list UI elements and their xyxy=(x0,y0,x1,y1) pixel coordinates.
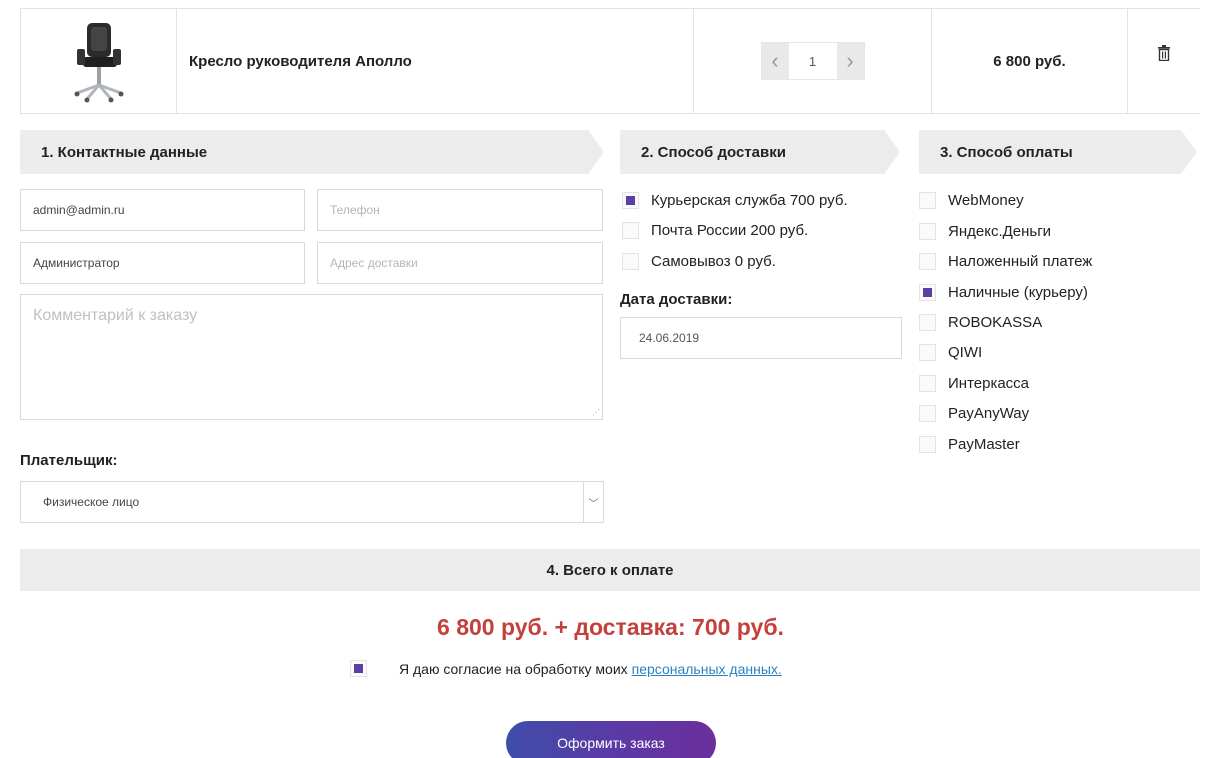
delivery-option-label: Почта России 200 руб. xyxy=(651,221,809,239)
product-name[interactable]: Кресло руководителя Аполло xyxy=(176,9,693,113)
payment-checkbox[interactable] xyxy=(919,283,936,301)
personal-data-link[interactable]: персональных данных. xyxy=(632,661,782,677)
submit-order-button[interactable]: Оформить заказ xyxy=(506,721,716,758)
payment-option-label: Наложенный платеж xyxy=(948,252,1093,270)
payment-option-interkassa[interactable]: Интеркасса xyxy=(919,373,1029,393)
payment-checkbox[interactable] xyxy=(919,343,936,361)
payment-checkbox[interactable] xyxy=(919,222,936,240)
delivery-option-post[interactable]: Почта России 200 руб. xyxy=(622,220,808,240)
delete-cell xyxy=(1127,9,1200,113)
email-field[interactable] xyxy=(20,189,305,231)
consent-checkbox[interactable] xyxy=(350,660,367,677)
chevron-down-icon[interactable]: ﹀ xyxy=(583,482,603,522)
decrease-quantity-button[interactable]: ‹ xyxy=(761,43,789,79)
payment-option-cod[interactable]: Наложенный платеж xyxy=(919,251,1092,271)
product-image-cell xyxy=(20,9,176,113)
consent-row: Я даю согласие на обработку моих персона… xyxy=(350,660,782,677)
delivery-date-label: Дата доставки: xyxy=(620,291,733,308)
payment-checkbox[interactable] xyxy=(919,404,936,422)
payer-select[interactable]: Физическое лицо ﹀ xyxy=(20,481,604,523)
phone-field[interactable] xyxy=(317,189,603,231)
payment-option-label: Наличные (курьеру) xyxy=(948,283,1088,301)
payment-checkbox[interactable] xyxy=(919,435,936,453)
payment-option-webmoney[interactable]: WebMoney xyxy=(919,190,1024,210)
delivery-option-courier[interactable]: Курьерская служба 700 руб. xyxy=(622,190,848,210)
payment-checkbox[interactable] xyxy=(919,313,936,331)
delivery-section-header: 2. Способ доставки xyxy=(620,130,900,174)
payment-option-paymaster[interactable]: PayMaster xyxy=(919,434,1020,454)
delivery-option-label: Самовывоз 0 руб. xyxy=(651,252,776,270)
payment-option-yandex[interactable]: Яндекс.Деньги xyxy=(919,221,1051,241)
payment-checkbox[interactable] xyxy=(919,252,936,270)
delivery-date-field[interactable]: 24.06.2019 xyxy=(620,317,902,359)
payment-option-qiwi[interactable]: QIWI xyxy=(919,342,982,362)
payment-option-label: PayAnyWay xyxy=(948,404,1030,422)
office-chair-icon[interactable] xyxy=(69,19,129,103)
delivery-checkbox[interactable] xyxy=(622,252,639,270)
payment-option-label: Яндекс.Деньги xyxy=(948,222,1052,240)
payment-option-label: WebMoney xyxy=(948,191,1024,209)
quantity-value[interactable]: 1 xyxy=(788,43,837,79)
comment-textarea[interactable] xyxy=(20,294,603,420)
payment-checkbox[interactable] xyxy=(919,191,936,209)
payer-selected-value: Физическое лицо xyxy=(43,495,140,509)
delivery-checkbox[interactable] xyxy=(622,221,639,239)
payment-option-robokassa[interactable]: ROBOKASSA xyxy=(919,312,1042,332)
payment-option-label: ROBOKASSA xyxy=(948,313,1043,331)
delivery-checkbox[interactable] xyxy=(622,191,639,209)
total-section-header: 4. Всего к оплате xyxy=(20,549,1200,591)
quantity-cell: ‹ 1 › xyxy=(693,9,931,113)
payment-option-label: PayMaster xyxy=(948,435,1020,453)
increase-quantity-button[interactable]: › xyxy=(836,43,864,79)
payment-section-header: 3. Способ оплаты xyxy=(919,130,1197,174)
payment-checkbox[interactable] xyxy=(919,374,936,392)
trash-icon[interactable] xyxy=(1157,45,1171,61)
payer-label: Плательщик: xyxy=(20,452,118,469)
payment-option-label: QIWI xyxy=(948,343,983,361)
delivery-option-pickup[interactable]: Самовывоз 0 руб. xyxy=(622,251,776,271)
payment-option-payanyway[interactable]: PayAnyWay xyxy=(919,403,1029,423)
name-field[interactable] xyxy=(20,242,305,284)
quantity-stepper: ‹ 1 › xyxy=(760,42,865,80)
delivery-option-label: Курьерская служба 700 руб. xyxy=(651,191,848,209)
payment-option-label: Интеркасса xyxy=(948,374,1030,392)
total-amount: 6 800 руб. + доставка: 700 руб. xyxy=(437,614,784,640)
product-price: 6 800 руб. xyxy=(931,9,1127,113)
contacts-section-header: 1. Контактные данные xyxy=(20,130,604,174)
consent-text: Я даю согласие на обработку моих xyxy=(399,660,628,677)
product-name-link[interactable]: Кресло руководителя Аполло xyxy=(189,53,412,70)
cart-item-row: Кресло руководителя Аполло ‹ 1 › 6 800 р… xyxy=(20,8,1200,114)
resize-grip-icon[interactable]: ⋰ xyxy=(592,408,600,417)
payment-option-cash[interactable]: Наличные (курьеру) xyxy=(919,282,1088,302)
address-field[interactable] xyxy=(317,242,603,284)
